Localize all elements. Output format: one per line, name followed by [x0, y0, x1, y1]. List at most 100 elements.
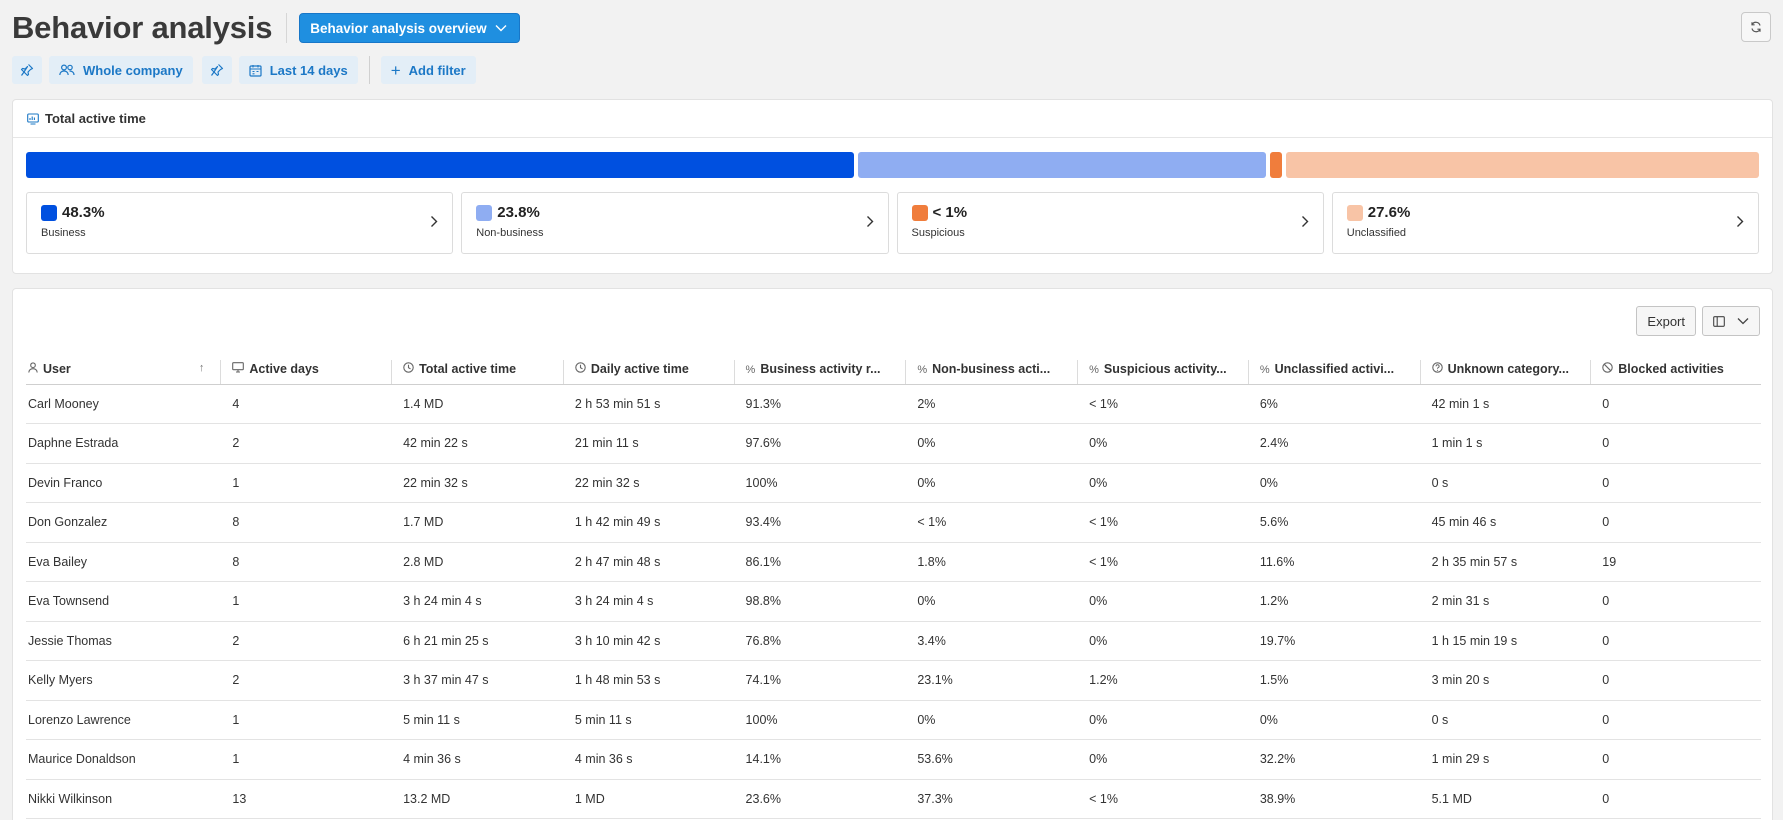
table-cell: 2%	[905, 384, 1078, 424]
users-icon	[59, 64, 75, 76]
table-cell: < 1%	[1077, 542, 1248, 582]
table-cell: 100%	[733, 463, 906, 503]
scope-filter-chip[interactable]: Whole company	[49, 56, 193, 84]
table-row[interactable]: Jessie Thomas 2 6 h 21 min 25 s3 h 10 min …	[26, 621, 1761, 661]
view-selector-dropdown[interactable]: Behavior analysis overview	[299, 13, 520, 43]
table-cell: 0%	[1077, 581, 1248, 622]
user-name-cell: Daphne Estrada	[26, 423, 221, 464]
table-cell: 32.2%	[1247, 739, 1420, 780]
table-cell: 1	[220, 700, 392, 740]
table-cell: 19	[1590, 542, 1761, 582]
column-header[interactable]: % Suspicious activity...	[1077, 354, 1248, 385]
stat-card-suspicious[interactable]: < 1% Suspicious	[896, 192, 1324, 254]
chevron-right-icon	[1737, 216, 1744, 227]
table-row[interactable]: Eva Townsend 1 3 h 24 min 4 s3 h 24 min 4 …	[26, 581, 1761, 622]
column-settings-button[interactable]	[1702, 306, 1760, 336]
table-cell: 2 min 31 s	[1419, 581, 1591, 622]
stat-label: Suspicious	[911, 227, 965, 239]
add-filter-button[interactable]: + Add filter	[380, 56, 476, 84]
table-cell: 1.5%	[1247, 660, 1420, 701]
color-swatch	[476, 204, 493, 221]
page-title: Behavior analysis	[12, 10, 273, 45]
column-header-label: Total active time	[419, 361, 517, 376]
table-cell: 23.6%	[733, 779, 906, 819]
stat-value-row: 27.6%	[1346, 204, 1744, 221]
bar-segment-non-business[interactable]	[857, 152, 1266, 178]
table-cell: 0 s	[1419, 700, 1591, 740]
percent-icon: %	[917, 363, 928, 376]
table-cell: 0	[1590, 581, 1761, 622]
table-row[interactable]: Maurice Donaldson 1 4 min 36 s4 min 36 s 14…	[26, 739, 1761, 780]
pin-icon	[210, 64, 223, 77]
table-row[interactable]: Daphne Estrada 2 42 min 22 s 21 min 11 s 97.…	[26, 423, 1761, 464]
color-swatch	[1346, 204, 1363, 221]
card-title: Total active time	[45, 111, 146, 126]
user-activity-table: User ↑ Active days Total active time Daily a…	[26, 354, 1761, 819]
table-cell: 1	[220, 739, 392, 780]
bar-segment-suspicious[interactable]	[1269, 152, 1282, 178]
table-row[interactable]: Kelly Myers 2 3 h 37 min 47 s1 h 48 min 53…	[26, 660, 1761, 701]
table-cell: 5 min 11 s	[391, 700, 563, 740]
stat-value-row: 48.3%	[41, 204, 438, 221]
table-cell: 2 h 47 min 48 s	[562, 542, 734, 582]
stat-label: Business	[41, 227, 86, 239]
table-row[interactable]: Nikki Wilkinson 13 13.2 MD 1 MD 23.6% 37.3% < …	[26, 779, 1761, 819]
column-header-label: Blocked activities	[1618, 361, 1724, 376]
refresh-button[interactable]	[1741, 12, 1771, 42]
color-swatch	[41, 204, 57, 221]
table-cell: 21 min 11 s	[562, 423, 734, 464]
column-header[interactable]: Blocked activities	[1590, 354, 1761, 385]
column-header[interactable]: % Unclassified activi...	[1247, 354, 1420, 385]
table-cell: 93.4%	[733, 502, 906, 543]
bar-segment-unclassified[interactable]	[1285, 152, 1760, 178]
activity-stat-list: 48.3% Business 23.8% Non-business < 1% Suspic…	[26, 192, 1759, 254]
chevron-right-icon	[866, 216, 873, 227]
user-icon	[28, 362, 38, 376]
column-header[interactable]: % Non-business acti...	[905, 354, 1078, 385]
stat-label: Unclassified	[1346, 227, 1407, 239]
table-cell: 0	[1590, 384, 1761, 424]
column-header[interactable]: % Business activity r...	[733, 354, 906, 385]
stat-card-non-business[interactable]: 23.8% Non-business	[461, 192, 889, 254]
column-header-label: Suspicious activity...	[1103, 361, 1227, 376]
table-row[interactable]: Eva Bailey 8 2.8 MD 2 h 47 min 48 s 86.1% 1.8…	[26, 542, 1761, 582]
chevron-right-icon	[1301, 216, 1309, 227]
column-header-label: Unknown category...	[1447, 361, 1569, 376]
filter-divider	[368, 56, 370, 84]
table-row[interactable]: Lorenzo Lawrence 1 5 min 11 s5 min 11 s 100…	[26, 700, 1761, 740]
color-swatch	[911, 204, 928, 221]
column-header-label: Unclassified activi...	[1274, 361, 1395, 376]
user-name-cell: Jessie Thomas	[26, 621, 221, 661]
table-row[interactable]: Don Gonzalez 8 1.7 MD 1 h 42 min 49 s 93.4% <…	[26, 502, 1761, 543]
percent-icon: %	[1089, 363, 1099, 376]
table-cell: 0%	[1077, 739, 1248, 780]
stat-card-unclassified[interactable]: 27.6% Unclassified	[1331, 192, 1759, 254]
column-header[interactable]: Total active time	[391, 354, 563, 385]
pin-scope-button[interactable]	[12, 56, 42, 84]
bar-segment-business[interactable]	[26, 152, 854, 178]
period-filter-chip[interactable]: Last 14 days	[238, 56, 358, 84]
table-cell: 86.1%	[733, 542, 906, 582]
column-header[interactable]: Unknown category...	[1419, 354, 1591, 385]
export-button[interactable]: Export	[1636, 306, 1696, 336]
table-cell: 1.8%	[905, 542, 1078, 582]
table-row[interactable]: Carl Mooney 4 1.4 MD 2 h 53 min 51 s 91.3% 2%…	[26, 384, 1761, 424]
table-cell: 23.1%	[905, 660, 1078, 701]
table-cell: 0%	[1247, 463, 1420, 503]
table-cell: 4 min 36 s	[391, 739, 563, 780]
column-header[interactable]: Daily active time	[562, 354, 734, 385]
column-header[interactable]: Active days	[220, 354, 392, 385]
table-cell: 37.3%	[905, 779, 1078, 819]
stat-value-row: 23.8%	[476, 204, 873, 221]
table-cell: 0%	[1077, 423, 1248, 464]
column-header[interactable]: User ↑	[26, 354, 221, 385]
pin-period-button[interactable]	[201, 56, 232, 84]
stat-card-business[interactable]: 48.3% Business	[26, 192, 454, 254]
table-cell: 1.4 MD	[391, 384, 563, 424]
table-cell: < 1%	[1077, 384, 1248, 424]
table-cell: 4	[220, 384, 392, 424]
stat-value: 27.6%	[1367, 204, 1411, 221]
sort-ascending-icon[interactable]: ↑	[199, 362, 205, 374]
table-row[interactable]: Devin Franco 1 22 min 32 s 22 min 32 s 100% 0…	[26, 463, 1761, 503]
table-cell: 2.8 MD	[391, 542, 563, 582]
